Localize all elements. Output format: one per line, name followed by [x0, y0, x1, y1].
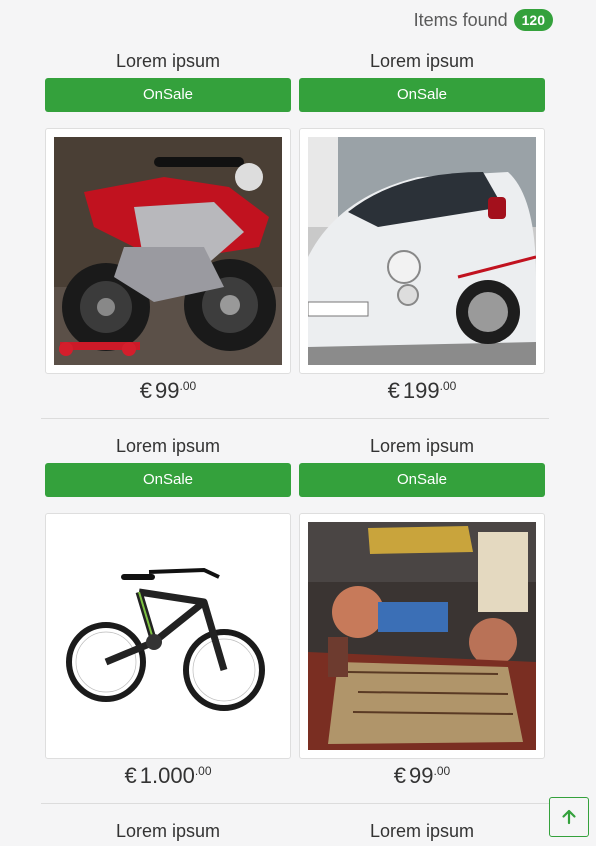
arrow-up-icon — [562, 809, 576, 825]
product-price: €1.000.00 — [45, 763, 291, 789]
items-found-label: Items found — [413, 9, 508, 30]
currency-symbol: € — [124, 763, 137, 788]
product-title[interactable]: Lorem ipsum — [45, 433, 291, 459]
currency-symbol: € — [139, 378, 153, 403]
price-cents: .00 — [179, 379, 197, 393]
price-amount: 99 — [155, 378, 180, 403]
product-card[interactable]: Lorem ipsum OnSale €1.000.00 — [45, 433, 291, 788]
row-divider — [41, 803, 549, 804]
product-card[interactable]: Lorem ipsum OnSale €99.00 — [299, 433, 545, 788]
product-card[interactable]: Lorem ipsum — [299, 818, 545, 844]
product-title[interactable]: Lorem ipsum — [299, 818, 545, 844]
onsale-button[interactable]: OnSale — [45, 463, 291, 497]
car-image — [308, 137, 536, 365]
product-image-boardgame[interactable] — [299, 513, 545, 759]
product-list-page: Items found 120 Lorem ipsum OnSale € 99.… — [0, 0, 596, 846]
price-amount: 199 — [402, 378, 440, 403]
product-title[interactable]: Lorem ipsum — [45, 48, 291, 74]
product-price: €199.00 — [299, 378, 545, 404]
items-count-badge: 120 — [513, 9, 553, 31]
product-title[interactable]: Lorem ipsum — [299, 48, 545, 74]
scroll-to-top-button[interactable] — [549, 797, 589, 837]
price-amount: 1.000 — [139, 763, 195, 788]
motorcycle-image — [54, 137, 282, 365]
product-card[interactable]: Lorem ipsum OnSale — [45, 48, 291, 403]
items-found: Items found 120 — [414, 9, 553, 31]
product-image-bicycle[interactable] — [45, 513, 291, 759]
price-cents: .00 — [194, 764, 212, 778]
boardgame-box-image — [308, 522, 536, 750]
currency-symbol: € — [387, 378, 400, 403]
price-cents: .00 — [433, 764, 451, 778]
onsale-button[interactable]: OnSale — [45, 78, 291, 112]
bicycle-image — [54, 522, 282, 750]
row-divider — [41, 418, 549, 419]
price-cents: .00 — [439, 379, 457, 393]
product-price: €99.00 — [45, 378, 291, 404]
onsale-button[interactable]: OnSale — [299, 78, 545, 112]
product-card[interactable]: Lorem ipsum — [45, 818, 291, 844]
onsale-button[interactable]: OnSale — [299, 463, 545, 497]
product-title[interactable]: Lorem ipsum — [299, 433, 545, 459]
product-image-motorcycle[interactable] — [45, 128, 291, 374]
product-title[interactable]: Lorem ipsum — [45, 818, 291, 844]
product-price: €99.00 — [299, 763, 545, 789]
product-image-car[interactable] — [299, 128, 545, 374]
currency-symbol: € — [393, 763, 407, 788]
product-card[interactable]: Lorem ipsum OnSale — [299, 48, 545, 403]
price-amount: 99 — [409, 763, 434, 788]
